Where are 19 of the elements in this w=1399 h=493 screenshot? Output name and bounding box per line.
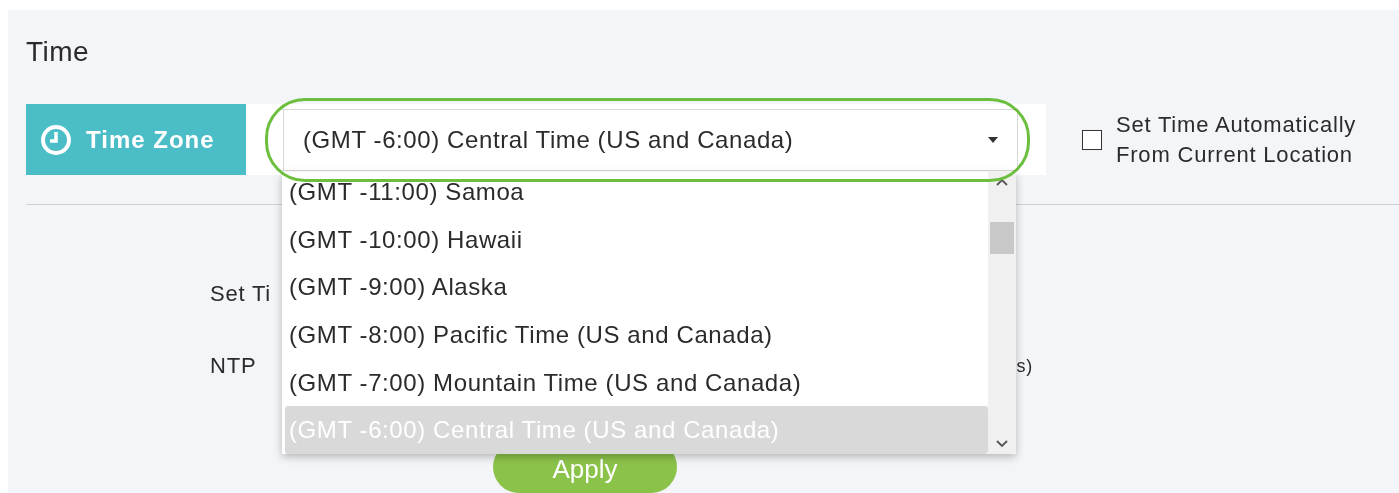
dropdown-option[interactable]: (GMT -11:00) Samoa (285, 172, 988, 216)
caret-icon (987, 135, 999, 144)
clock-icon (40, 123, 72, 156)
scroll-down-icon[interactable] (996, 440, 1008, 448)
field-hint: s) (1016, 355, 1033, 377)
time-zone-label: Time Zone (26, 104, 246, 175)
field-label: NTP (210, 353, 257, 379)
checkbox[interactable] (1082, 129, 1102, 150)
dropdown-option[interactable]: (GMT -9:00) Alaska (285, 263, 988, 311)
dropdown-option[interactable]: (GMT -8:00) Pacific Time (US and Canada) (285, 311, 988, 359)
field-label: Set Ti (210, 281, 272, 307)
dropdown-option[interactable]: (GMT -10:00) Hawaii (285, 215, 988, 264)
scrollbar[interactable] (988, 172, 1016, 454)
scrollbar-thumb[interactable] (990, 222, 1014, 254)
scroll-up-icon[interactable] (996, 178, 1008, 186)
checkbox-label: Set Time Automatically From Current Location (1116, 110, 1357, 169)
section-title: Time (26, 35, 91, 69)
dropdown-option[interactable]: (GMT -7:00) Mountain Time (US and Canada) (285, 358, 988, 407)
time-zone-select[interactable]: (GMT -6:00) Central Time (US and Canada) (283, 108, 1018, 171)
